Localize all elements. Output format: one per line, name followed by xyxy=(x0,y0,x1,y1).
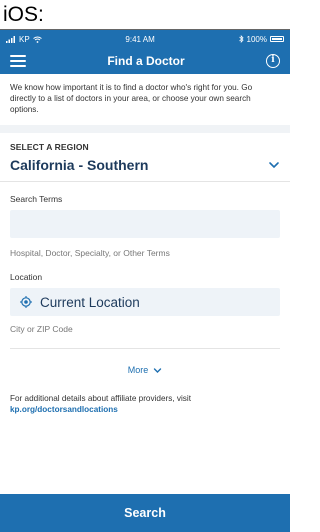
search-terms-hint: Hospital, Doctor, Specialty, or Other Te… xyxy=(10,248,170,258)
platform-caption: iOS: xyxy=(3,3,44,26)
status-bar: KP 9:41 AM 100% xyxy=(0,30,290,48)
region-label: SELECT A REGION xyxy=(10,142,89,152)
intro-text: We know how important it is to find a do… xyxy=(10,83,253,114)
chevron-down-icon xyxy=(154,367,162,373)
status-right: 100% xyxy=(238,34,284,44)
info-icon[interactable]: i xyxy=(266,54,280,68)
more-button[interactable]: More xyxy=(0,365,290,375)
caption-box: iOS: xyxy=(0,0,290,30)
search-button[interactable]: Search xyxy=(0,494,290,532)
hamburger-icon[interactable] xyxy=(10,55,26,67)
wifi-icon xyxy=(32,36,42,43)
location-row: Current Location xyxy=(10,295,140,310)
region-value: California - Southern xyxy=(10,157,149,173)
signal-icon xyxy=(6,35,15,43)
affiliate-text: For additional details about affiliate p… xyxy=(10,394,191,403)
affiliate-note: For additional details about affiliate p… xyxy=(0,393,290,415)
chevron-down-icon xyxy=(269,162,279,169)
more-label: More xyxy=(127,365,149,375)
search-terms-label: Search Terms xyxy=(10,194,63,204)
search-terms-input[interactable] xyxy=(10,210,280,238)
battery-icon xyxy=(270,36,284,42)
nav-bar: Find a Doctor i xyxy=(0,48,290,74)
status-left: KP xyxy=(6,35,42,44)
status-time: 9:41 AM xyxy=(125,34,155,44)
location-input[interactable]: Current Location xyxy=(10,288,280,316)
carrier-name: KP xyxy=(19,34,30,44)
battery-percent: 100% xyxy=(246,34,267,44)
location-value: Current Location xyxy=(40,294,140,310)
page-title: Find a Doctor xyxy=(107,54,185,68)
affiliate-link[interactable]: kp.org/doctorsandlocations xyxy=(10,405,118,414)
location-label: Location xyxy=(10,272,43,282)
location-target-icon xyxy=(20,296,32,308)
bluetooth-icon xyxy=(238,35,244,43)
phone-screen: KP 9:41 AM 100% Find a Doctor i We know … xyxy=(0,30,290,532)
region-select[interactable]: California - Southern xyxy=(0,152,290,182)
location-hint: City or ZIP Code xyxy=(10,324,73,334)
section-divider xyxy=(0,125,290,133)
